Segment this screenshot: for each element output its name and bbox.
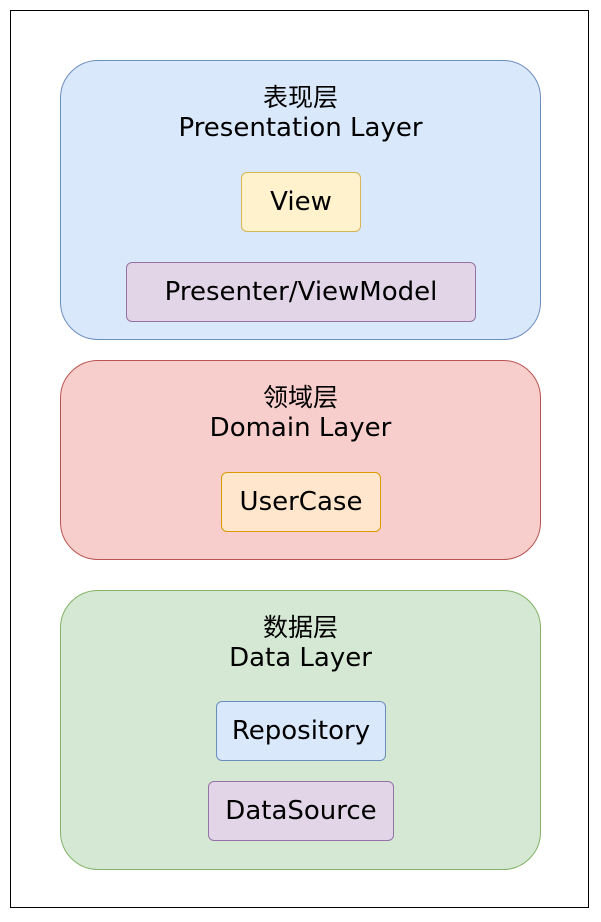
repository-box: Repository xyxy=(216,701,386,761)
data-layer-title-zh: 数据层 xyxy=(262,613,338,642)
data-layer-title-en: Data Layer xyxy=(229,643,372,673)
view-box: View xyxy=(241,172,361,232)
domain-layer: 领域层 Domain Layer UserCase xyxy=(60,360,541,560)
usercase-box: UserCase xyxy=(221,472,381,532)
data-layer: 数据层 Data Layer Repository DataSource xyxy=(60,590,541,870)
domain-layer-title-zh: 领域层 xyxy=(262,383,338,412)
domain-layer-title-en: Domain Layer xyxy=(209,413,392,443)
presenter-viewmodel-box: Presenter/ViewModel xyxy=(126,262,476,322)
datasource-box: DataSource xyxy=(208,781,394,841)
presentation-layer-title: 表现层 Presentation Layer xyxy=(61,83,540,143)
presentation-layer-title-zh: 表现层 xyxy=(262,83,338,112)
domain-layer-title: 领域层 Domain Layer xyxy=(61,383,540,443)
presentation-layer: 表现层 Presentation Layer View Presenter/Vi… xyxy=(60,60,541,340)
data-layer-title: 数据层 Data Layer xyxy=(61,613,540,673)
presentation-layer-title-en: Presentation Layer xyxy=(178,113,423,143)
